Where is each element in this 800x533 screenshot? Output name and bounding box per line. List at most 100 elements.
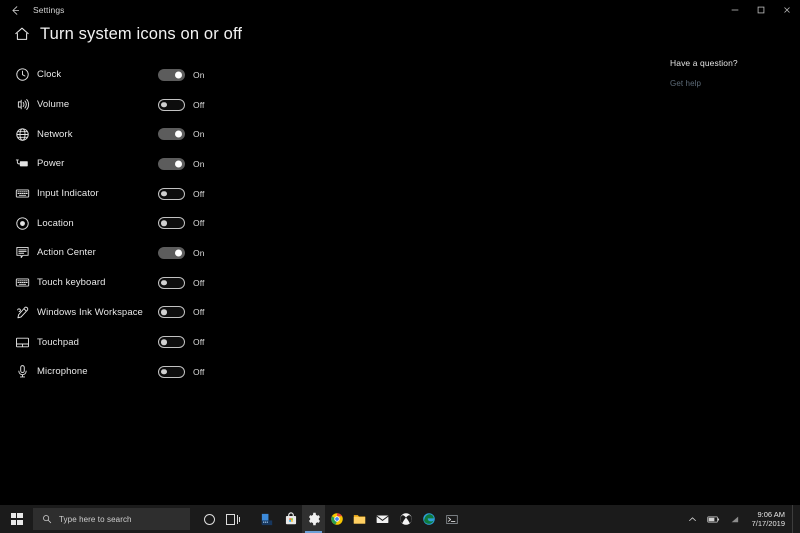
settings-gear-icon (308, 512, 320, 526)
toggle-state-label: Off (193, 307, 205, 318)
toggle-state-label: On (193, 158, 205, 169)
setting-row: Volume Off (0, 90, 640, 120)
clock-button[interactable]: 9:06 AM 7/17/2019 (745, 505, 792, 533)
maximize-button[interactable] (748, 0, 774, 20)
search-input[interactable]: Type here to search (33, 508, 190, 530)
action-center-icon (14, 245, 30, 261)
show-hidden-icons-button[interactable] (683, 505, 702, 533)
get-help-link[interactable]: Get help (670, 79, 701, 88)
toggle-knob (175, 249, 182, 257)
setting-row: Input Indicator Off (0, 179, 640, 209)
keyboard-icon (14, 186, 30, 202)
close-icon (784, 7, 790, 13)
mail-button[interactable] (371, 505, 394, 533)
pen-icon (14, 304, 30, 320)
clock-date: 7/17/2019 (751, 519, 785, 528)
network-globe-icon (14, 126, 30, 142)
home-icon[interactable] (14, 26, 30, 42)
toggle-knob (161, 368, 167, 375)
setting-label: Network (37, 128, 73, 140)
toggle-switch[interactable] (158, 276, 185, 289)
taskbar-apps (256, 505, 463, 533)
battery-tray-button[interactable] (702, 505, 725, 533)
microsoft-store-icon (285, 512, 296, 525)
setting-label: Microphone (37, 366, 88, 378)
toggle-state-label: Off (193, 99, 205, 110)
setting-row: Touchpad Off (0, 327, 640, 357)
volume-icon (14, 97, 30, 113)
toggle-switch[interactable] (158, 157, 185, 170)
toggle-switch[interactable] (158, 246, 185, 259)
settings-window: Settings Turn system icons on or off Clo… (0, 0, 800, 533)
terminal-button[interactable] (440, 505, 463, 533)
file-explorer-button[interactable] (348, 505, 371, 533)
minimize-button[interactable] (722, 0, 748, 20)
setting-label: Clock (37, 69, 62, 81)
edge-icon (422, 513, 435, 525)
toggle-state-label: Off (193, 366, 205, 377)
setting-label: Power (37, 158, 65, 170)
clock-icon (14, 67, 30, 83)
toggle-knob (175, 71, 182, 79)
start-button[interactable] (0, 505, 33, 533)
toggle-state-label: On (193, 129, 205, 140)
setting-row: Power On (0, 149, 640, 179)
toggle-switch[interactable] (158, 128, 185, 141)
toggle-switch[interactable] (158, 98, 185, 111)
toggle-state-label: Off (193, 188, 205, 199)
setting-row: Clock On (0, 60, 640, 90)
setting-row: Windows Ink Workspace Off (0, 298, 640, 328)
toggle-knob (161, 339, 167, 345)
store-app-button[interactable] (256, 505, 279, 533)
microphone-icon (14, 364, 30, 380)
settings-button[interactable] (302, 505, 325, 533)
system-icons-list: Clock On Volume Off Network On Power On Input In… (0, 60, 640, 387)
cortana-button[interactable] (198, 505, 221, 533)
setting-row: Action Center On (0, 238, 640, 268)
system-tray: 9:06 AM 7/17/2019 (683, 505, 800, 533)
page-title: Turn system icons on or off (40, 25, 243, 43)
toggle-switch[interactable] (158, 187, 185, 200)
toggle-switch[interactable] (158, 68, 185, 81)
xbox-button[interactable] (394, 505, 417, 533)
app-title: Settings (33, 5, 65, 15)
toggle-switch[interactable] (158, 336, 185, 349)
toggle-knob (161, 279, 167, 286)
chrome-button[interactable] (325, 505, 348, 533)
xbox-icon (399, 513, 412, 525)
terminal-icon (445, 514, 458, 524)
setting-row: Network On (0, 119, 640, 149)
edge-button[interactable] (417, 505, 440, 533)
file-explorer-icon (353, 515, 366, 524)
microsoft-store-button[interactable] (279, 505, 302, 533)
setting-row: Location Off (0, 208, 640, 238)
clock-time: 9:06 AM (757, 509, 785, 519)
task-view-icon (226, 513, 240, 525)
toggle-state-label: On (193, 247, 205, 258)
chrome-icon (330, 513, 343, 525)
setting-row: Microphone Off (0, 357, 640, 387)
store-app-icon (261, 513, 273, 525)
toggle-switch[interactable] (158, 306, 185, 319)
network-tray-button[interactable] (725, 505, 745, 533)
setting-label: Input Indicator (37, 188, 99, 200)
back-arrow-icon (11, 5, 19, 15)
show-desktop-button[interactable] (792, 505, 800, 533)
toggle-switch[interactable] (158, 365, 185, 378)
toggle-knob (161, 190, 167, 197)
touchpad-icon (14, 334, 30, 350)
toggle-switch[interactable] (158, 217, 185, 230)
page-header: Turn system icons on or off (14, 24, 242, 44)
task-view-button[interactable] (221, 505, 244, 533)
setting-label: Touchpad (37, 336, 80, 348)
taskbar: Type here to search 9:06 AM 7/17/2019 (0, 505, 800, 533)
maximize-icon (757, 6, 765, 14)
setting-label: Action Center (37, 247, 96, 259)
close-button[interactable] (774, 0, 800, 20)
help-panel: Have a question? Get help (670, 58, 790, 91)
back-button[interactable] (0, 0, 30, 20)
mail-icon (376, 515, 389, 524)
network-tray-icon (731, 516, 738, 522)
chevron-up-icon (688, 516, 696, 521)
help-title: Have a question? (670, 58, 738, 68)
